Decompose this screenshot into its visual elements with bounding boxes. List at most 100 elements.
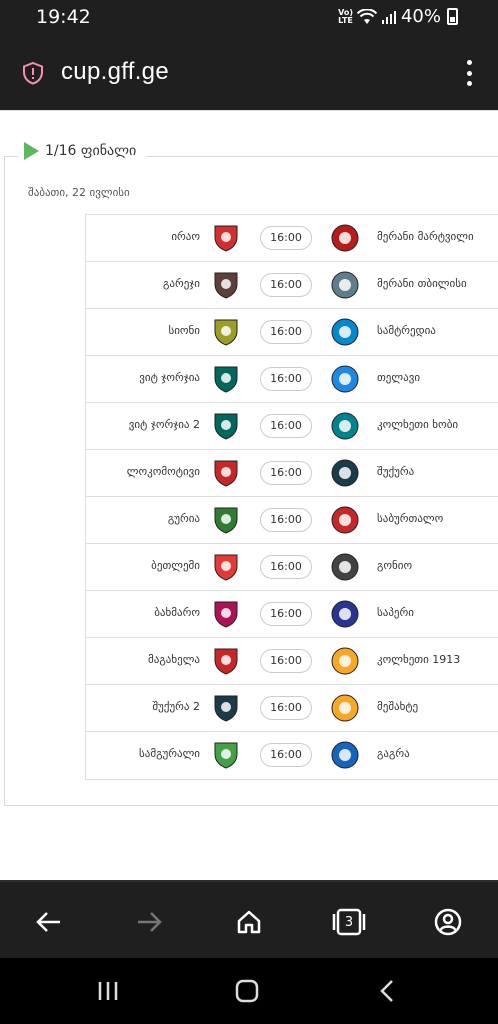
match-row[interactable]: ლოკომოტივი 16:00 შუქურა (86, 450, 498, 497)
battery-icon (447, 8, 458, 25)
match-time: 16:00 (260, 696, 312, 720)
match-row[interactable]: ირაო 16:00 მერანი მარტვილი (86, 215, 498, 262)
home-team-name[interactable]: ირაო (171, 230, 200, 243)
home-icon[interactable] (229, 902, 269, 942)
away-team-logo (331, 365, 359, 393)
away-team-name[interactable]: მერანი თბილისი (377, 277, 467, 290)
away-team-name[interactable]: გონიო (377, 559, 412, 572)
status-icons: Vo) LTE 40% (338, 6, 458, 27)
home-team-logo (214, 460, 238, 487)
away-team-logo (331, 224, 359, 252)
away-team-name[interactable]: კოლხეთი ხობი (377, 418, 458, 431)
away-team-name[interactable]: მეშახტე (377, 700, 418, 713)
home-team-name[interactable]: სამგურალი (139, 747, 200, 760)
home-team-name[interactable]: შუქურა 2 (152, 700, 200, 713)
away-team-name[interactable]: თელავი (377, 371, 420, 384)
shield-alert-icon[interactable] (22, 61, 44, 85)
match-row[interactable]: ბეთლემი 16:00 გონიო (86, 544, 498, 591)
match-time: 16:00 (260, 226, 312, 250)
away-team-name[interactable]: საბურთალო (377, 512, 443, 525)
page-content: 1/16 ფინალი შაბათი, 22 ივლისი ირაო 16:00… (0, 110, 498, 880)
match-time: 16:00 (260, 367, 312, 391)
browser-toolbar: cup.gff.ge (0, 36, 498, 110)
away-team-logo (331, 412, 359, 440)
away-team-logo (331, 459, 359, 487)
match-date: შაბათი, 22 ივლისი (28, 186, 130, 199)
away-team-logo (331, 553, 359, 581)
match-row[interactable]: ვიტ ჯორჯია 16:00 თელავი (86, 356, 498, 403)
home-team-name[interactable]: ვიტ ჯორჯია 2 (129, 418, 200, 431)
match-row[interactable]: სიონი 16:00 სამტრედია (86, 309, 498, 356)
home-team-name[interactable]: სიონი (168, 324, 200, 337)
match-time: 16:00 (260, 649, 312, 673)
home-team-logo (214, 413, 238, 440)
away-team-logo (331, 506, 359, 534)
system-nav-bar (0, 958, 498, 1024)
system-home-icon[interactable] (230, 976, 264, 1006)
url-text[interactable]: cup.gff.ge (61, 58, 169, 86)
away-team-name[interactable]: კოლხეთი 1913 (377, 653, 460, 666)
home-team-logo (214, 507, 238, 534)
away-team-name[interactable]: გაგრა (377, 747, 410, 760)
matches-table: ირაო 16:00 მერანი მარტვილი გარეჯი 16:00 … (85, 214, 498, 780)
home-team-name[interactable]: გურია (168, 512, 200, 525)
away-team-logo (331, 741, 359, 769)
volte-icon: Vo) LTE (338, 7, 353, 25)
match-time: 16:00 (260, 602, 312, 626)
match-row[interactable]: სამგურალი 16:00 გაგრა (86, 732, 498, 779)
match-time: 16:00 (260, 743, 312, 767)
home-team-logo (214, 319, 238, 346)
home-team-logo (214, 366, 238, 393)
home-team-name[interactable]: ვიტ ჯორჯია (139, 371, 200, 384)
play-icon (24, 142, 39, 160)
battery-percent: 40% (400, 6, 441, 27)
wifi-icon (356, 8, 377, 24)
match-row[interactable]: შუქურა 2 16:00 მეშახტე (86, 685, 498, 732)
home-team-logo (214, 742, 238, 769)
status-bar: 19:42 Vo) LTE 40% (0, 0, 498, 36)
home-team-name[interactable]: გარეჯი (163, 277, 200, 290)
match-row[interactable]: მაგახელა 16:00 კოლხეთი 1913 (86, 638, 498, 685)
arrow-left-icon[interactable] (29, 902, 69, 942)
arrow-right-icon[interactable] (129, 902, 169, 942)
divider (0, 110, 498, 111)
system-back-icon[interactable] (370, 976, 404, 1006)
match-row[interactable]: გურია 16:00 საბურთალო (86, 497, 498, 544)
match-time: 16:00 (260, 273, 312, 297)
browser-bottom-nav: 3 (0, 880, 498, 958)
away-team-logo (331, 271, 359, 299)
match-row[interactable]: ვიტ ჯორჯია 2 16:00 კოლხეთი ხობი (86, 403, 498, 450)
away-team-logo (331, 600, 359, 628)
tabs-icon[interactable]: 3 (329, 902, 369, 942)
home-team-logo (214, 225, 238, 252)
match-time: 16:00 (260, 320, 312, 344)
away-team-logo (331, 318, 359, 346)
account-icon[interactable] (428, 902, 468, 942)
recents-icon[interactable] (91, 976, 125, 1006)
round-header: 1/16 ფინალი (18, 142, 147, 160)
match-row[interactable]: გარეჯი 16:00 მერანი თბილისი (86, 262, 498, 309)
home-team-name[interactable]: მაგახელა (148, 653, 200, 666)
tab-count: 3 (344, 914, 354, 930)
home-team-logo (214, 648, 238, 675)
match-time: 16:00 (260, 508, 312, 532)
away-team-name[interactable]: შუქურა (377, 465, 414, 478)
home-team-name[interactable]: ბეთლემი (151, 559, 200, 572)
home-team-name[interactable]: ლოკომოტივი (127, 465, 200, 478)
match-time: 16:00 (260, 555, 312, 579)
home-team-logo (214, 695, 238, 722)
match-time: 16:00 (260, 414, 312, 438)
round-title: 1/16 ფინალი (45, 143, 137, 159)
away-team-logo (331, 694, 359, 722)
match-time: 16:00 (260, 461, 312, 485)
home-team-logo (214, 554, 238, 581)
away-team-logo (331, 647, 359, 675)
signal-icon (381, 10, 396, 24)
away-team-name[interactable]: მერანი მარტვილი (377, 230, 474, 243)
away-team-name[interactable]: სამტრედია (377, 324, 436, 337)
status-time: 19:42 (36, 6, 91, 28)
more-vert-icon[interactable] (466, 60, 472, 86)
match-row[interactable]: ბახმარო 16:00 საპერი (86, 591, 498, 638)
home-team-name[interactable]: ბახმარო (154, 606, 200, 619)
away-team-name[interactable]: საპერი (377, 606, 414, 619)
